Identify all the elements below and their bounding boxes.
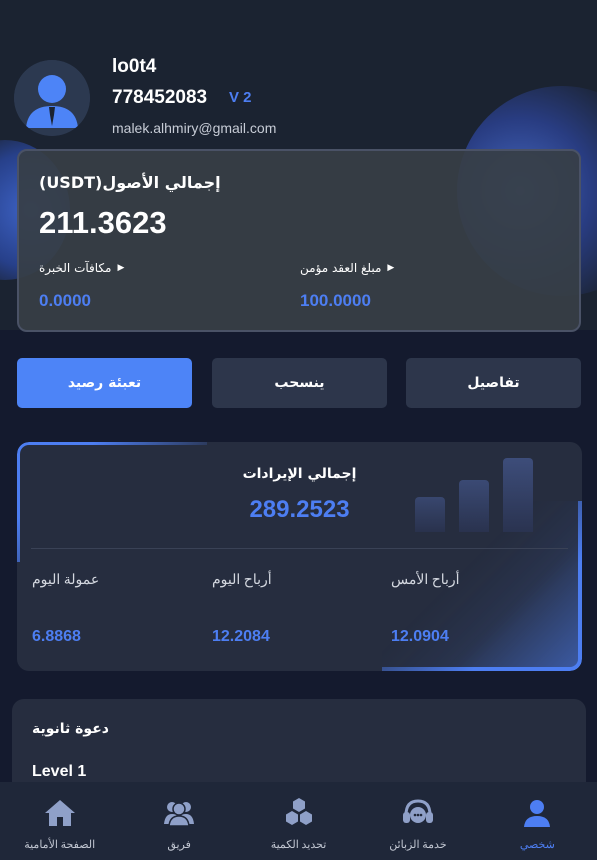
bottom-navigation: الصفحة الأمامية فريق تحديد الكمية خدمة ا…	[0, 782, 597, 860]
nav-item-home[interactable]: الصفحة الأمامية	[0, 782, 119, 860]
total-income-card: إجمالي الإيرادات 289.2523 عمولة اليوم 6.…	[17, 442, 582, 671]
nav-label-team: فريق	[167, 839, 191, 851]
nav-item-service[interactable]: خدمة الزبائن	[358, 782, 477, 860]
today-commission-value: 6.8868	[32, 628, 81, 645]
user-avatar-icon	[14, 60, 90, 136]
home-icon	[42, 796, 78, 830]
total-income-value: 289.2523	[249, 496, 350, 523]
nav-item-mine[interactable]: شخصي	[478, 782, 597, 860]
invite-level[interactable]: Level 1	[32, 763, 86, 781]
invite-title: دعوة ثانوية	[32, 721, 109, 737]
team-icon	[161, 796, 197, 830]
vip-badge: V 2	[229, 89, 252, 106]
today-profit-value: 12.2084	[212, 628, 270, 645]
username: lo0t4	[112, 56, 157, 77]
play-arrow-icon: ▶	[117, 263, 125, 273]
nav-item-team[interactable]: فريق	[119, 782, 238, 860]
total-income-title: إجمالي الإيرادات	[242, 466, 357, 482]
nav-item-quantify[interactable]: تحديد الكمية	[239, 782, 358, 860]
avatar[interactable]	[14, 60, 90, 136]
yesterday-profit-value: 12.0904	[391, 628, 449, 645]
insured-amount-label-row[interactable]: مبلغ العقد مؤمن ▶	[300, 261, 394, 275]
nav-label-home: الصفحة الأمامية	[24, 839, 96, 851]
user-id: 778452083	[112, 87, 208, 108]
nav-label-mine: شخصي	[519, 839, 555, 851]
today-commission-label: عمولة اليوم	[32, 573, 100, 588]
experience-reward-value: 0.0000	[39, 291, 91, 310]
hexagons-icon	[281, 796, 317, 830]
headset-icon	[400, 796, 436, 830]
experience-reward-label-row[interactable]: مكافآت الخبرة ▶	[39, 261, 124, 275]
user-email: malek.alhmiry@gmail.com	[112, 120, 277, 136]
details-button[interactable]: تفاصيل	[406, 358, 581, 408]
insured-amount-label: مبلغ العقد مؤمن	[300, 261, 382, 275]
withdraw-button[interactable]: ينسحب	[212, 358, 387, 408]
person-icon	[519, 796, 555, 830]
today-profit-label: أرباح اليوم	[212, 573, 272, 588]
total-assets-value: 211.3623	[39, 205, 167, 240]
play-arrow-icon: ▶	[387, 263, 395, 273]
nav-label-quantify: تحديد الكمية	[270, 839, 327, 851]
profile-page: lo0t4 778452083 V 2 malek.alhmiry@gmail.…	[0, 0, 597, 860]
insured-amount-value: 100.0000	[300, 291, 371, 310]
divider	[31, 548, 568, 549]
total-assets-title: إجمالي الأصول(USDT)	[39, 173, 221, 192]
yesterday-profit-label: أرباح الأمس	[391, 573, 460, 588]
nav-label-service: خدمة الزبائن	[389, 839, 447, 851]
experience-reward-label: مكافآت الخبرة	[39, 261, 112, 275]
total-assets-card: إجمالي الأصول(USDT) 211.3623 مكافآت الخب…	[17, 149, 581, 332]
recharge-button[interactable]: تعبئة رصيد	[17, 358, 192, 408]
